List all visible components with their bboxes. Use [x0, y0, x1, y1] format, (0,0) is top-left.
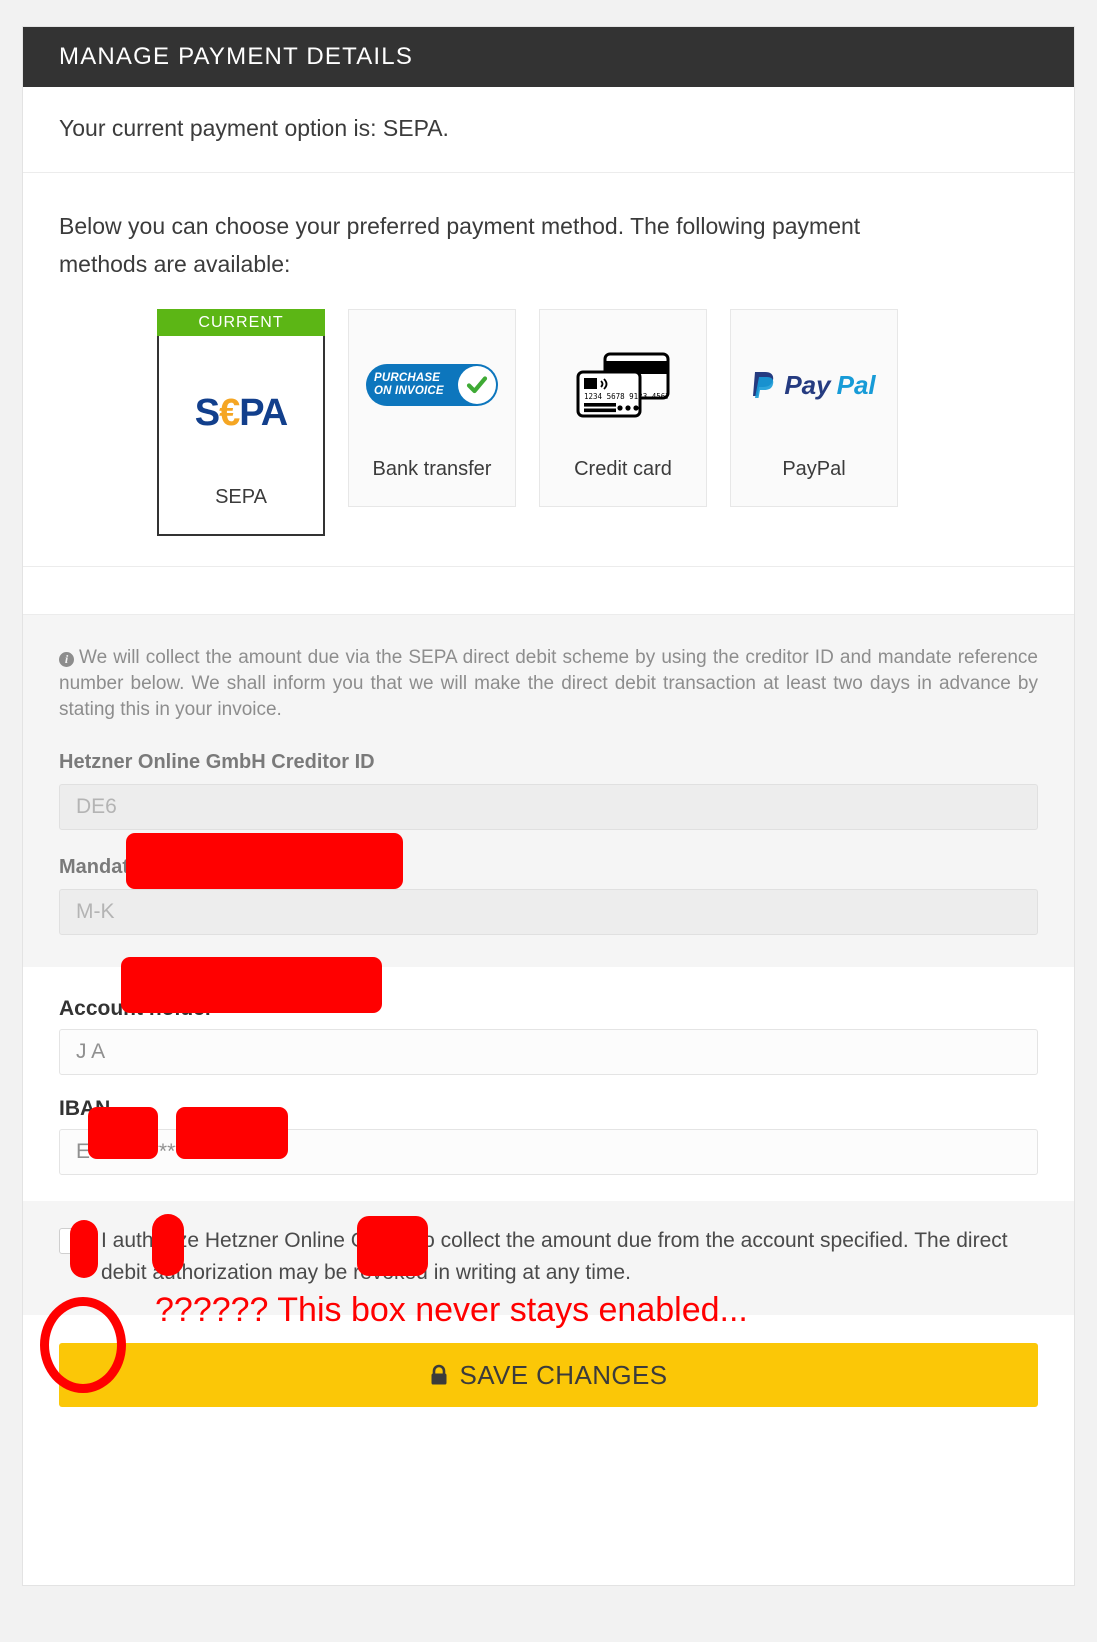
payment-method-label-credit-card: Credit card — [574, 458, 672, 480]
red-circle-highlight — [40, 1297, 126, 1393]
current-option-prefix: Your current payment option is: — [59, 115, 383, 141]
redaction-iban-2 — [152, 1214, 184, 1276]
sepa-logo-slot: S€PA — [165, 348, 317, 478]
redaction-account-holder-1 — [88, 1107, 158, 1159]
credit-card-icon: 1234 5678 9123 4567 — [568, 345, 678, 425]
redaction-iban-1 — [70, 1220, 98, 1278]
payment-method-paypal[interactable]: Pay Pal PayPal — [730, 309, 898, 507]
payment-method-credit-card[interactable]: 1234 5678 9123 4567 Credit card — [539, 309, 707, 507]
redaction-mandate-reference — [121, 957, 382, 1013]
paypal-slot: Pay Pal — [737, 320, 891, 450]
sepa-logo-s: S — [194, 391, 220, 434]
paypal-p-icon — [753, 372, 774, 398]
payment-details-panel: MANAGE PAYMENT DETAILS Your current paym… — [22, 26, 1075, 1586]
choose-payment-method-section: Below you can choose your preferred paym… — [23, 173, 1074, 567]
panel-header: MANAGE PAYMENT DETAILS — [23, 27, 1074, 87]
credit-card-slot: 1234 5678 9123 4567 — [546, 320, 700, 450]
authorization-label: I authorize Hetzner Online GmbH to colle… — [101, 1229, 1008, 1284]
redaction-account-holder-2 — [176, 1107, 288, 1159]
page-title: MANAGE PAYMENT DETAILS — [59, 43, 414, 70]
check-circle-icon — [458, 366, 496, 404]
payment-method-list: CURRENT S€PA SEPA PURCHASE ON INVOICE Ba… — [59, 309, 1038, 536]
lock-icon — [431, 1364, 447, 1385]
save-changes-button[interactable]: SAVE CHANGES — [59, 1343, 1038, 1407]
annotation-note: ?????? This box never stays enabled... — [155, 1291, 748, 1329]
creditor-id-label: Hetzner Online GmbH Creditor ID — [59, 751, 375, 773]
purchase-on-invoice-text: PURCHASE ON INVOICE — [374, 372, 444, 398]
paypal-pal-text: Pal — [836, 369, 876, 400]
poi-line-2: ON INVOICE — [374, 385, 444, 397]
sepa-logo-euro: € — [219, 391, 240, 434]
info-icon: i — [59, 652, 74, 667]
sepa-logo-pa: PA — [239, 391, 288, 434]
redaction-iban-3 — [357, 1216, 428, 1276]
svg-text:1234 5678 9123 4567: 1234 5678 9123 4567 — [584, 392, 670, 401]
sepa-notice-body: We will collect the amount due via the S… — [59, 647, 1038, 720]
creditor-id-input: DE6 — [59, 784, 1038, 830]
payment-method-label-bank-transfer: Bank transfer — [372, 458, 492, 480]
sepa-notice-text: i We will collect the amount due via the … — [59, 645, 1038, 723]
payment-method-sepa[interactable]: CURRENT S€PA SEPA — [157, 309, 325, 536]
save-changes-label: SAVE CHANGES — [459, 1359, 668, 1390]
account-holder-input[interactable]: J A — [59, 1029, 1038, 1075]
mandate-reference-value: M-K — [76, 900, 115, 923]
purchase-on-invoice-badge: PURCHASE ON INVOICE — [366, 364, 498, 406]
current-option-suffix: . — [442, 115, 449, 141]
redaction-creditor-id — [126, 833, 403, 889]
paypal-logo: Pay Pal — [752, 369, 876, 401]
mandate-reference-input: M-K — [59, 889, 1038, 935]
payment-method-bank-transfer[interactable]: PURCHASE ON INVOICE Bank transfer — [348, 309, 516, 507]
authorization-row[interactable]: I authorize Hetzner Online GmbH to colle… — [59, 1225, 1038, 1289]
account-holder-value: J A — [76, 1040, 106, 1063]
footer-section: SAVE CHANGES — [23, 1315, 1074, 1447]
payment-method-label-paypal: PayPal — [782, 458, 846, 480]
poi-line-1: PURCHASE — [374, 372, 441, 384]
section-spacer — [23, 567, 1074, 615]
creditor-id-value: DE6 — [76, 795, 117, 818]
paypal-pay-text: Pay — [784, 369, 831, 400]
payment-method-label-sepa: SEPA — [215, 486, 267, 508]
current-badge: CURRENT — [157, 309, 325, 336]
sepa-logo: S€PA — [194, 391, 288, 435]
current-payment-option-row: Your current payment option is: SEPA. — [23, 87, 1074, 173]
purchase-on-invoice-slot: PURCHASE ON INVOICE — [355, 320, 509, 450]
current-option-value: SEPA — [382, 115, 443, 141]
choose-intro-text: Below you can choose your preferred paym… — [59, 213, 861, 277]
sepa-info-section: i We will collect the amount due via the … — [23, 615, 1074, 967]
